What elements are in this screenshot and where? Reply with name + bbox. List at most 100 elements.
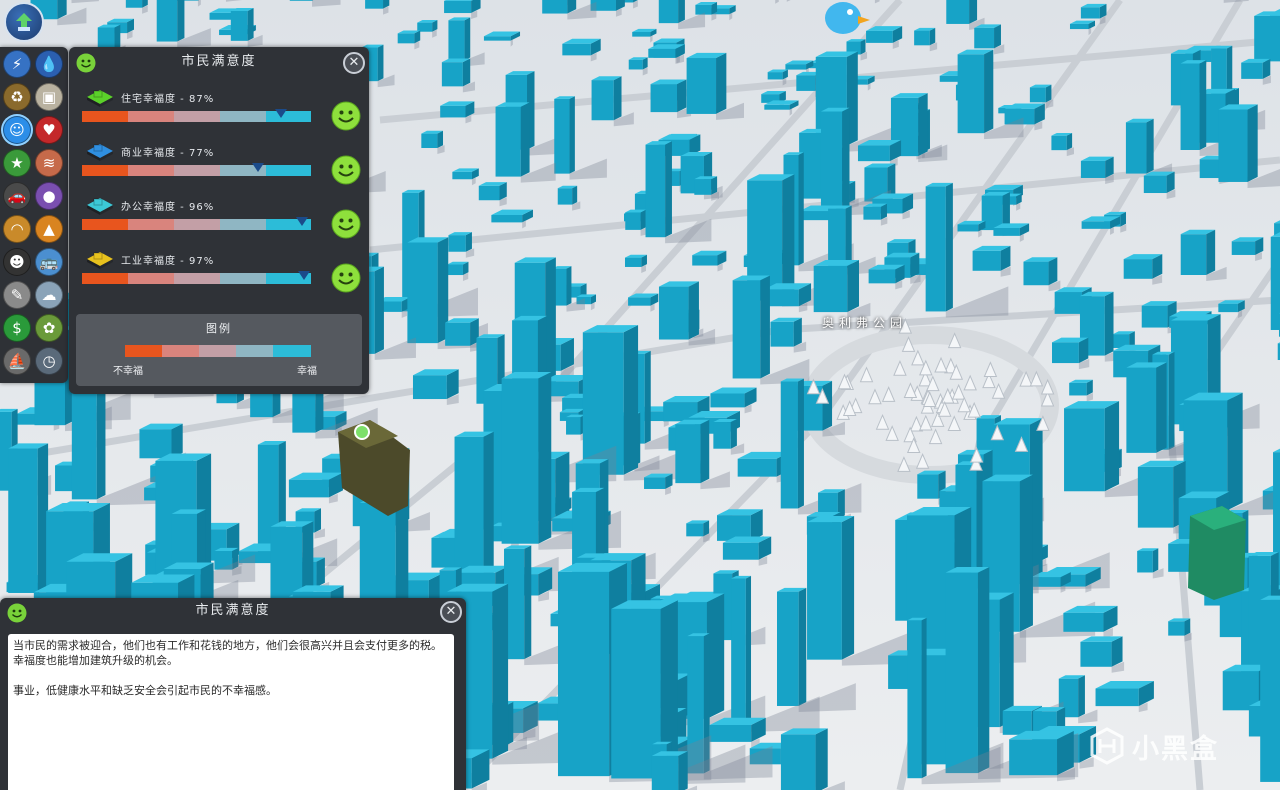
panel-title: 市民满意度 bbox=[181, 54, 257, 69]
toolbar-button-garbage[interactable]: ♻ bbox=[3, 83, 31, 111]
happiness-icon: ☺ bbox=[9, 121, 25, 139]
legend-title: 图例 bbox=[206, 322, 232, 335]
happiness-bar bbox=[82, 219, 311, 230]
close-button[interactable]: ✕ bbox=[343, 52, 365, 74]
education-icon: ✎ bbox=[10, 286, 24, 304]
commercial-icon bbox=[85, 139, 115, 165]
wind-icon: ≋ bbox=[42, 154, 56, 172]
toolbar-button-happiness[interactable]: ☺ bbox=[3, 116, 31, 144]
legend-segment bbox=[199, 345, 236, 357]
crime-icon: ☻ bbox=[9, 253, 25, 271]
land-value-icon: $ bbox=[12, 319, 22, 337]
landmark-star-icon: ★ bbox=[10, 154, 24, 172]
happiness-row-label: 商业幸福度 - 77% bbox=[121, 148, 215, 159]
park-name-label[interactable]: 奥利弗公园 bbox=[822, 314, 907, 331]
toolbar-button-land-value[interactable]: $ bbox=[3, 314, 31, 342]
building-level-icon: ▣ bbox=[41, 88, 57, 106]
building bbox=[1260, 595, 1280, 782]
toolbar-button-population[interactable]: ● bbox=[35, 182, 63, 210]
toolbar-button-education[interactable]: ✎ bbox=[3, 281, 31, 309]
natural-resources-icon: ✿ bbox=[42, 319, 56, 337]
highlighted-building-green bbox=[1188, 506, 1246, 600]
happy-face-icon bbox=[331, 209, 361, 243]
bar-segment bbox=[128, 111, 174, 122]
happiness-panel: 市民满意度 ✕ 住宅幸福度 - 87% 商业幸福度 - 77% 办公幸福度 - 96… bbox=[69, 47, 369, 394]
bar-segment bbox=[82, 165, 128, 176]
happiness-bar bbox=[82, 165, 311, 176]
traffic-car-icon: 🚗 bbox=[7, 187, 27, 205]
watermark-text: 小黑盒 bbox=[1132, 733, 1219, 765]
toolbar-button-noise-ear[interactable]: ◠ bbox=[3, 215, 31, 243]
garbage-icon: ♻ bbox=[10, 88, 24, 106]
happiness-marker bbox=[275, 109, 287, 118]
happiness-marker bbox=[298, 271, 310, 280]
residential-icon bbox=[85, 85, 115, 111]
info-paragraph: 当市民的需求被迎合，他们也有工作和花钱的地方，他们会很高兴并且会支付更多的税。幸… bbox=[13, 639, 442, 667]
toolbar-button-public-transport[interactable]: 🚌 bbox=[35, 248, 63, 276]
close-icon: ✕ bbox=[445, 604, 457, 619]
bar-segment bbox=[82, 273, 128, 284]
bar-segment bbox=[128, 273, 174, 284]
happy-face-icon bbox=[331, 101, 361, 135]
bar-segment bbox=[174, 273, 220, 284]
info-text: 当市民的需求被迎合，他们也有工作和花钱的地方，他们会很高兴并且会支付更多的税。幸… bbox=[8, 634, 454, 790]
legend-segment bbox=[236, 345, 273, 357]
info-close-button[interactable]: ✕ bbox=[440, 601, 462, 623]
public-transport-icon: 🚌 bbox=[39, 253, 59, 271]
bar-segment bbox=[82, 219, 128, 230]
bar-segment bbox=[220, 111, 266, 122]
bar-segment bbox=[174, 165, 220, 176]
happiness-bar bbox=[82, 273, 311, 284]
population-icon: ● bbox=[42, 187, 56, 205]
legend: 图例 不幸福 幸福 bbox=[76, 314, 362, 386]
toolbar-button-natural-resources[interactable]: ✿ bbox=[35, 314, 63, 342]
noise-ear-icon: ◠ bbox=[10, 220, 24, 238]
toolbar-button-landmark-star[interactable]: ★ bbox=[3, 149, 31, 177]
info-paragraph: 事业，低健康水平和缺乏安全会引起市民的不幸福感。 bbox=[13, 684, 277, 697]
info-tooltip-panel: 市民满意度 ✕ 当市民的需求被迎合，他们也有工作和花钱的地方，他们会很高兴并且会… bbox=[0, 598, 466, 790]
toolbar-button-crime[interactable]: ☻ bbox=[3, 248, 31, 276]
bar-segment bbox=[266, 111, 311, 122]
clock-icon: ◷ bbox=[42, 352, 56, 370]
fire-safety-icon: ▲ bbox=[43, 220, 55, 238]
close-icon: ✕ bbox=[348, 55, 360, 70]
happy-face-icon bbox=[331, 263, 361, 297]
toolbar-button-electricity[interactable]: ⚡ bbox=[3, 50, 31, 78]
toolbar-button-clock[interactable]: ◷ bbox=[35, 347, 63, 375]
info-views-button[interactable] bbox=[4, 2, 44, 42]
bar-segment bbox=[174, 219, 220, 230]
building bbox=[1009, 730, 1075, 782]
toolbar-button-fire-safety[interactable]: ▲ bbox=[35, 215, 63, 243]
toolbar-button-pollution[interactable]: ☁ bbox=[35, 281, 63, 309]
toolbar-button-tourism[interactable]: ⛵ bbox=[3, 347, 31, 375]
toolbar-button-building-level[interactable]: ▣ bbox=[35, 83, 63, 111]
bar-segment bbox=[174, 111, 220, 122]
happiness-row-label: 住宅幸福度 - 87% bbox=[121, 94, 215, 105]
happiness-marker bbox=[252, 163, 264, 172]
bar-segment bbox=[220, 219, 266, 230]
industrial-icon bbox=[85, 247, 115, 273]
legend-high-label: 幸福 bbox=[297, 366, 317, 377]
happy-face-icon bbox=[331, 155, 361, 189]
legend-gradient-bar bbox=[125, 345, 311, 357]
bar-segment bbox=[266, 165, 311, 176]
legend-low-label: 不幸福 bbox=[113, 366, 143, 377]
office-icon bbox=[85, 193, 115, 219]
toolbar-button-wind[interactable]: ≋ bbox=[35, 149, 63, 177]
happiness-row-label: 工业幸福度 - 97% bbox=[121, 256, 215, 267]
heybox-logo-icon bbox=[1090, 727, 1124, 765]
tourism-icon: ⛵ bbox=[7, 352, 27, 370]
info-title: 市民满意度 bbox=[195, 603, 271, 618]
legend-segment bbox=[125, 345, 162, 357]
bar-segment bbox=[220, 273, 266, 284]
info-views-icon bbox=[16, 13, 32, 31]
toolbar-button-health-heart[interactable]: ♥ bbox=[35, 116, 63, 144]
toolbar-button-water-drop[interactable]: 💧 bbox=[35, 50, 63, 78]
toolbar-button-traffic-car[interactable]: 🚗 bbox=[3, 182, 31, 210]
happiness-marker bbox=[296, 217, 308, 226]
water-drop-icon: 💧 bbox=[39, 55, 59, 73]
legend-segment bbox=[162, 345, 199, 357]
info-view-toolbar: ⚡ 💧 ♻ ▣ ☺ ♥ ★ ≋ 🚗 ● ◠ ▲ ☻ 🚌 ✎ ☁ $ ✿ ⛵ ◷ bbox=[0, 47, 68, 383]
happiness-row-label: 办公幸福度 - 96% bbox=[121, 202, 215, 213]
watermark: 小黑盒 bbox=[1088, 724, 1248, 768]
